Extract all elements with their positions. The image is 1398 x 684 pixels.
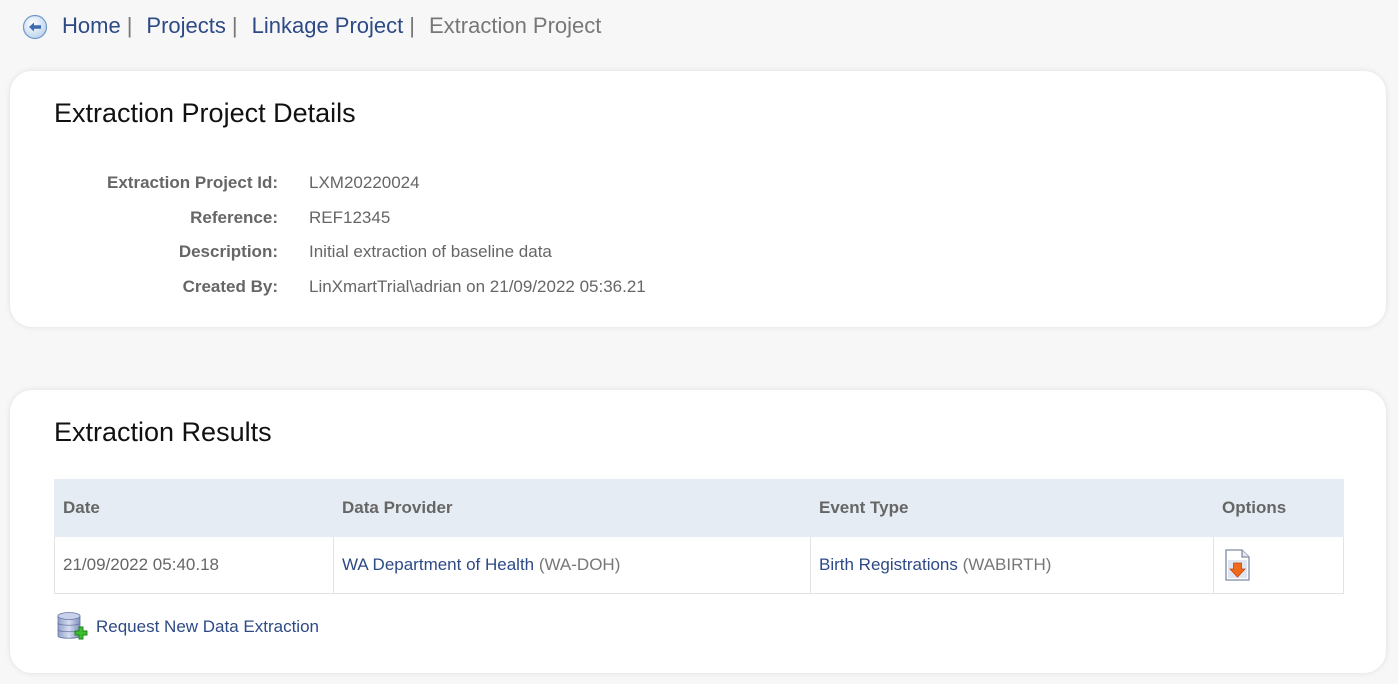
results-card: Extraction Results Date Data Provider Ev… bbox=[10, 390, 1386, 673]
row-options bbox=[1213, 536, 1344, 594]
column-header-event-type: Event Type bbox=[810, 479, 1214, 537]
breadcrumb-linkage-project[interactable]: Linkage Project bbox=[252, 12, 404, 40]
data-provider-link[interactable]: WA Department of Health bbox=[342, 555, 534, 574]
data-provider-code: (WA-DOH) bbox=[538, 555, 621, 574]
description-label: Description: bbox=[178, 242, 278, 261]
project-id-label: Extraction Project Id: bbox=[107, 173, 278, 192]
description-value: Initial extraction of baseline data bbox=[309, 242, 552, 261]
details-title: Extraction Project Details bbox=[54, 98, 356, 128]
table-row: 21/09/2022 05:40.18 WA Department of Hea… bbox=[54, 536, 1344, 594]
breadcrumb-current: Extraction Project bbox=[428, 13, 602, 38]
breadcrumb-separator: | bbox=[126, 13, 133, 38]
row-date: 21/09/2022 05:40.18 bbox=[54, 536, 334, 594]
details-grid: Extraction Project Id: LXM20220024 Refer… bbox=[54, 172, 646, 297]
results-table: Date Data Provider Event Type Options 21… bbox=[54, 479, 1344, 594]
breadcrumb-separator: | bbox=[231, 13, 238, 38]
row-event-type: Birth Registrations (WABIRTH) bbox=[810, 536, 1214, 594]
created-by-label: Created By: bbox=[182, 276, 278, 296]
database-add-icon bbox=[57, 612, 88, 640]
breadcrumb-projects[interactable]: Projects bbox=[146, 12, 225, 40]
column-header-date: Date bbox=[54, 479, 334, 537]
back-arrow-icon[interactable] bbox=[22, 14, 48, 40]
row-data-provider: WA Department of Health (WA-DOH) bbox=[333, 536, 811, 594]
reference-label: Reference: bbox=[190, 207, 278, 227]
details-card: Extraction Project Details Extraction Pr… bbox=[10, 71, 1386, 327]
table-header-row: Date Data Provider Event Type Options bbox=[54, 479, 1344, 537]
request-new-extraction[interactable]: Request New Data Extraction bbox=[54, 610, 319, 644]
event-type-code: (WABIRTH) bbox=[962, 555, 1052, 574]
column-header-data-provider: Data Provider bbox=[333, 479, 811, 537]
request-new-extraction-label[interactable]: Request New Data Extraction bbox=[96, 617, 319, 637]
event-type-link[interactable]: Birth Registrations bbox=[819, 555, 958, 574]
project-id-value: LXM20220024 bbox=[309, 173, 420, 192]
breadcrumb-home[interactable]: Home bbox=[62, 12, 121, 40]
download-document-icon[interactable] bbox=[1222, 548, 1252, 582]
breadcrumb-separator: | bbox=[409, 13, 415, 38]
results-title: Extraction Results bbox=[54, 417, 272, 447]
column-header-options: Options bbox=[1213, 479, 1344, 537]
breadcrumb: Home | Projects | Linkage Project | Extr… bbox=[22, 12, 601, 40]
reference-value: REF12345 bbox=[309, 207, 391, 227]
created-by-value: LinXmartTrial\adrian on 21/09/2022 05:36… bbox=[309, 276, 646, 296]
